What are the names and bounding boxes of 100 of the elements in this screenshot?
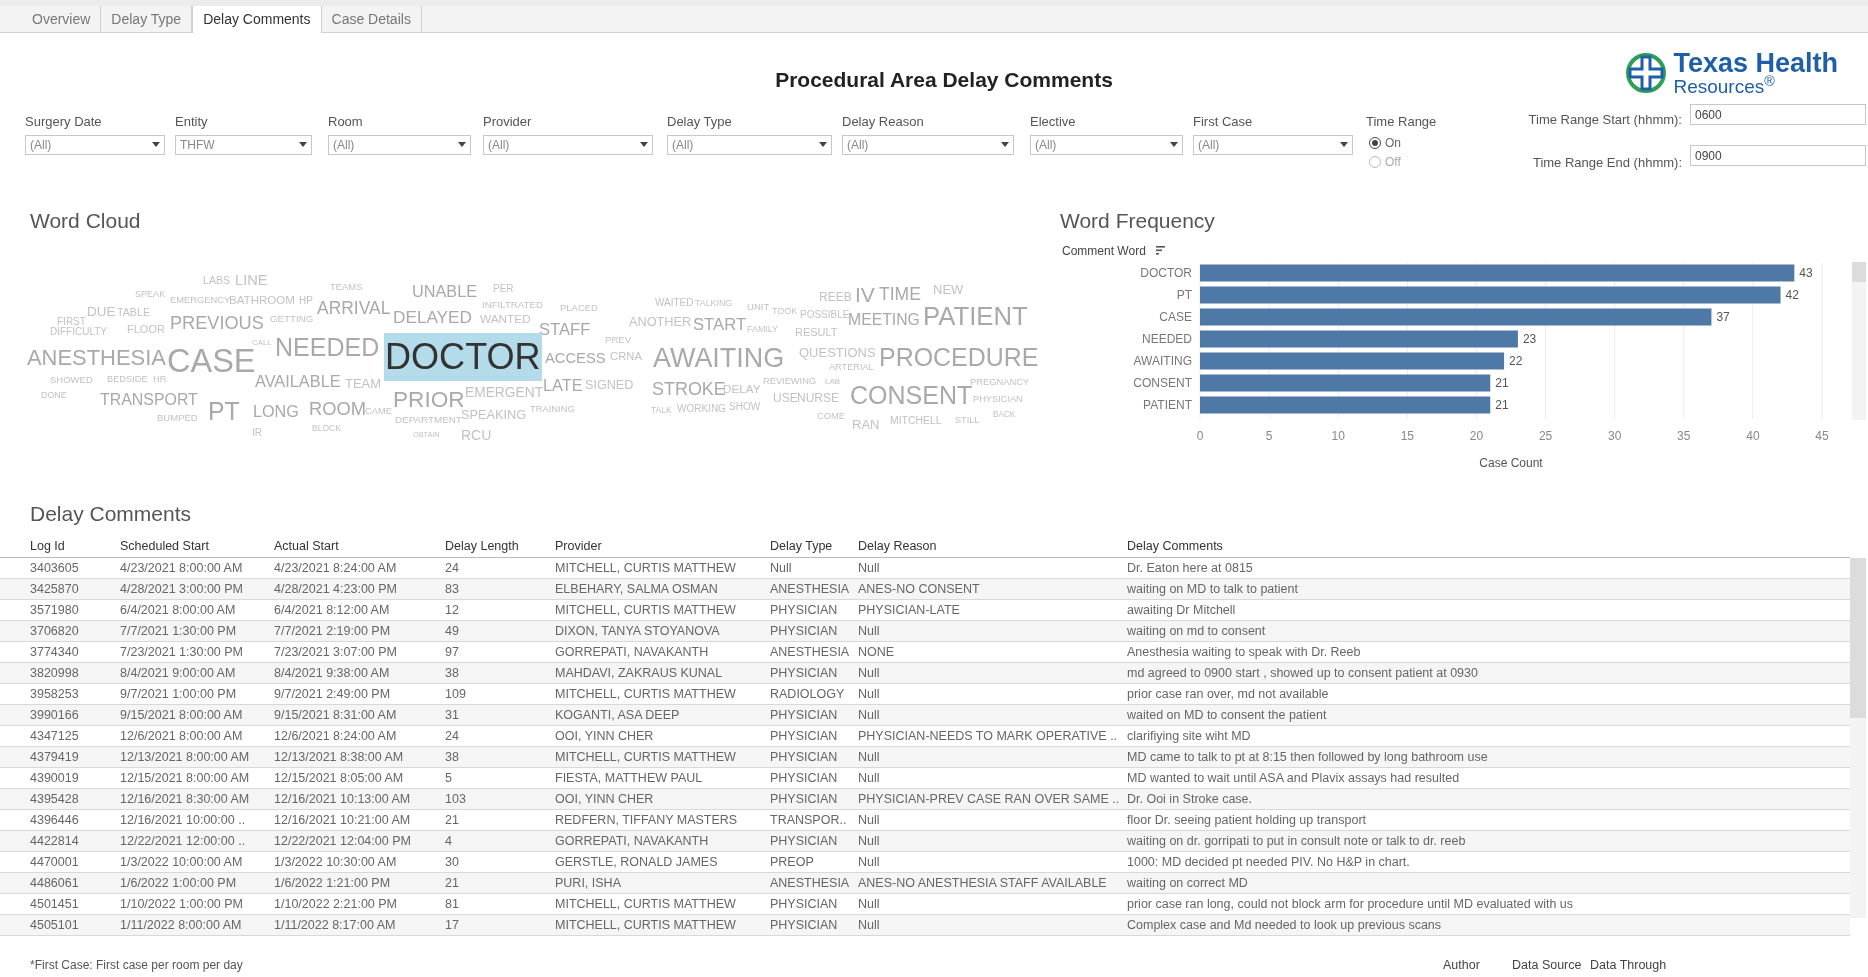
- cloud-word[interactable]: COME: [817, 412, 845, 422]
- cloud-word[interactable]: INFILTRATED: [482, 300, 543, 310]
- cloud-word[interactable]: PT: [208, 399, 240, 425]
- cloud-word[interactable]: BEDSIDE: [107, 375, 148, 385]
- dropdown[interactable]: (All): [25, 134, 165, 155]
- cloud-word[interactable]: ARRIVAL: [317, 300, 391, 318]
- cloud-word[interactable]: ARTERIAL: [829, 363, 874, 373]
- cloud-word[interactable]: FLOOR: [127, 323, 165, 335]
- cloud-word[interactable]: PREV: [605, 335, 632, 345]
- dropdown[interactable]: (All): [667, 134, 832, 155]
- cloud-word[interactable]: CONSENT: [850, 382, 973, 408]
- cloud-word[interactable]: NURSE: [797, 392, 839, 404]
- cloud-word[interactable]: BLOCK: [312, 423, 341, 433]
- cloud-word[interactable]: PLACED: [560, 303, 598, 313]
- cloud-word[interactable]: WANTED: [480, 314, 531, 326]
- cloud-word[interactable]: LATE: [543, 376, 583, 394]
- dropdown[interactable]: (All): [1193, 134, 1353, 155]
- cloud-word[interactable]: EMERGENCY: [170, 296, 231, 306]
- cloud-word[interactable]: RAN: [852, 418, 880, 432]
- dropdown[interactable]: (All): [1030, 134, 1183, 155]
- cloud-word[interactable]: PER: [493, 284, 514, 294]
- table-cell-text: GERSTLE, RONALD JAMES: [555, 853, 719, 871]
- cloud-word[interactable]: ACCESS: [545, 350, 606, 366]
- tab[interactable]: Delay Comments: [192, 6, 322, 33]
- input-field[interactable]: 0600: [1690, 104, 1866, 125]
- cloud-word[interactable]: DEPARTMENT: [395, 415, 462, 425]
- cloud-word[interactable]: TEAMS: [330, 282, 363, 292]
- cloud-word[interactable]: TALKING: [695, 298, 733, 308]
- cloud-word[interactable]: PREVIOUS: [170, 313, 264, 333]
- cloud-word[interactable]: CAME: [365, 407, 392, 417]
- cloud-word[interactable]: ANOTHER: [629, 315, 692, 329]
- cloud-word[interactable]: TEAM: [345, 377, 381, 391]
- cloud-word[interactable]: TALK: [651, 405, 672, 415]
- cloud-word[interactable]: PHYSICIAN: [973, 395, 1023, 405]
- cloud-word[interactable]: FIRST: [57, 317, 86, 327]
- cloud-word[interactable]: HR: [153, 375, 167, 385]
- cloud-word[interactable]: SHOWED: [50, 375, 93, 385]
- cloud-word[interactable]: DOCTOR: [384, 332, 542, 382]
- cloud-word[interactable]: LINE: [235, 272, 268, 288]
- cloud-word[interactable]: DONE: [41, 390, 67, 400]
- cloud-word[interactable]: QUESTIONS: [799, 345, 876, 359]
- cloud-word[interactable]: DIFFICULTY: [50, 327, 108, 337]
- cloud-word[interactable]: PROCEDURE: [879, 344, 1039, 370]
- cloud-word[interactable]: STILL: [955, 416, 980, 426]
- cloud-word[interactable]: SIGNED: [585, 378, 634, 392]
- cloud-word[interactable]: STAFF: [539, 321, 591, 339]
- cloud-word[interactable]: ANESTHESIA: [27, 347, 166, 369]
- cloud-word[interactable]: WAITED: [655, 298, 694, 308]
- cloud-word[interactable]: START: [693, 316, 747, 334]
- cloud-word[interactable]: USE: [773, 392, 798, 404]
- cloud-word[interactable]: AWAITING: [653, 344, 785, 372]
- dropdown[interactable]: (All): [328, 134, 471, 155]
- dropdown[interactable]: (All): [842, 134, 1014, 155]
- table-cell-text: Null: [858, 769, 881, 787]
- cloud-word[interactable]: SPEAK: [135, 290, 166, 300]
- cloud-word[interactable]: CRNA: [610, 351, 642, 363]
- cloud-word[interactable]: PATIENT: [923, 304, 1028, 330]
- tab[interactable]: Overview: [22, 6, 102, 32]
- input-field[interactable]: 0900: [1690, 145, 1866, 166]
- table-cell-text: REDFERN, TIFFANY MASTERS: [555, 811, 739, 829]
- cloud-word[interactable]: BUMPED: [157, 413, 198, 423]
- cloud-word[interactable]: LONG: [253, 402, 299, 420]
- cloud-word[interactable]: IV: [855, 284, 875, 306]
- cloud-word[interactable]: STROKE: [652, 381, 726, 399]
- cloud-word[interactable]: TRAINING: [530, 405, 575, 415]
- cloud-word[interactable]: TRANSPORT: [100, 392, 198, 408]
- cloud-word[interactable]: DELAYED: [393, 309, 472, 327]
- table-cell-text: 1/3/2022 10:00:00 AM: [120, 853, 244, 871]
- cloud-word[interactable]: TABLE: [117, 306, 150, 318]
- cloud-word[interactable]: TOOK: [772, 306, 798, 316]
- cloud-word[interactable]: REVIEWING: [763, 377, 817, 387]
- cloud-word[interactable]: BATHROOM: [229, 295, 295, 307]
- cloud-word[interactable]: TIME: [879, 286, 921, 304]
- cloud-word[interactable]: EMERGENT: [465, 386, 544, 400]
- tab[interactable]: Case Details: [321, 6, 422, 32]
- cloud-word[interactable]: REEB: [819, 291, 852, 303]
- cloud-word[interactable]: MITCHELL: [890, 415, 942, 427]
- scrollbar[interactable]: [1850, 558, 1866, 918]
- dropdown[interactable]: THFW: [175, 134, 312, 155]
- cloud-word[interactable]: MEETING: [848, 312, 920, 328]
- cloud-word[interactable]: UNABLE: [412, 282, 478, 300]
- cloud-word[interactable]: DUE: [87, 305, 116, 319]
- cloud-word[interactable]: GETTING: [270, 314, 314, 324]
- cloud-word[interactable]: IR: [252, 428, 262, 438]
- dropdown[interactable]: (All): [483, 134, 653, 155]
- cloud-word[interactable]: AVAILABLE: [255, 372, 341, 390]
- cloud-word[interactable]: NEEDED: [275, 334, 380, 360]
- cloud-word[interactable]: POSSIBLE: [800, 310, 850, 320]
- cloud-word[interactable]: WORKING: [677, 404, 726, 414]
- cloud-word[interactable]: CASE: [167, 344, 256, 378]
- cloud-word[interactable]: LABS: [203, 274, 231, 286]
- cloud-word[interactable]: UNIT: [747, 302, 770, 312]
- cloud-word[interactable]: FAMILY: [747, 324, 778, 334]
- cloud-word[interactable]: ROOM: [309, 399, 367, 419]
- cloud-word[interactable]: NEW: [933, 282, 964, 296]
- cloud-word[interactable]: HP: [299, 296, 313, 306]
- cloud-word[interactable]: SHOW: [729, 402, 761, 412]
- category-label: PATIENT: [1143, 398, 1192, 412]
- cloud-word[interactable]: RCU: [461, 428, 492, 442]
- cloud-word[interactable]: RESULT: [795, 326, 838, 338]
